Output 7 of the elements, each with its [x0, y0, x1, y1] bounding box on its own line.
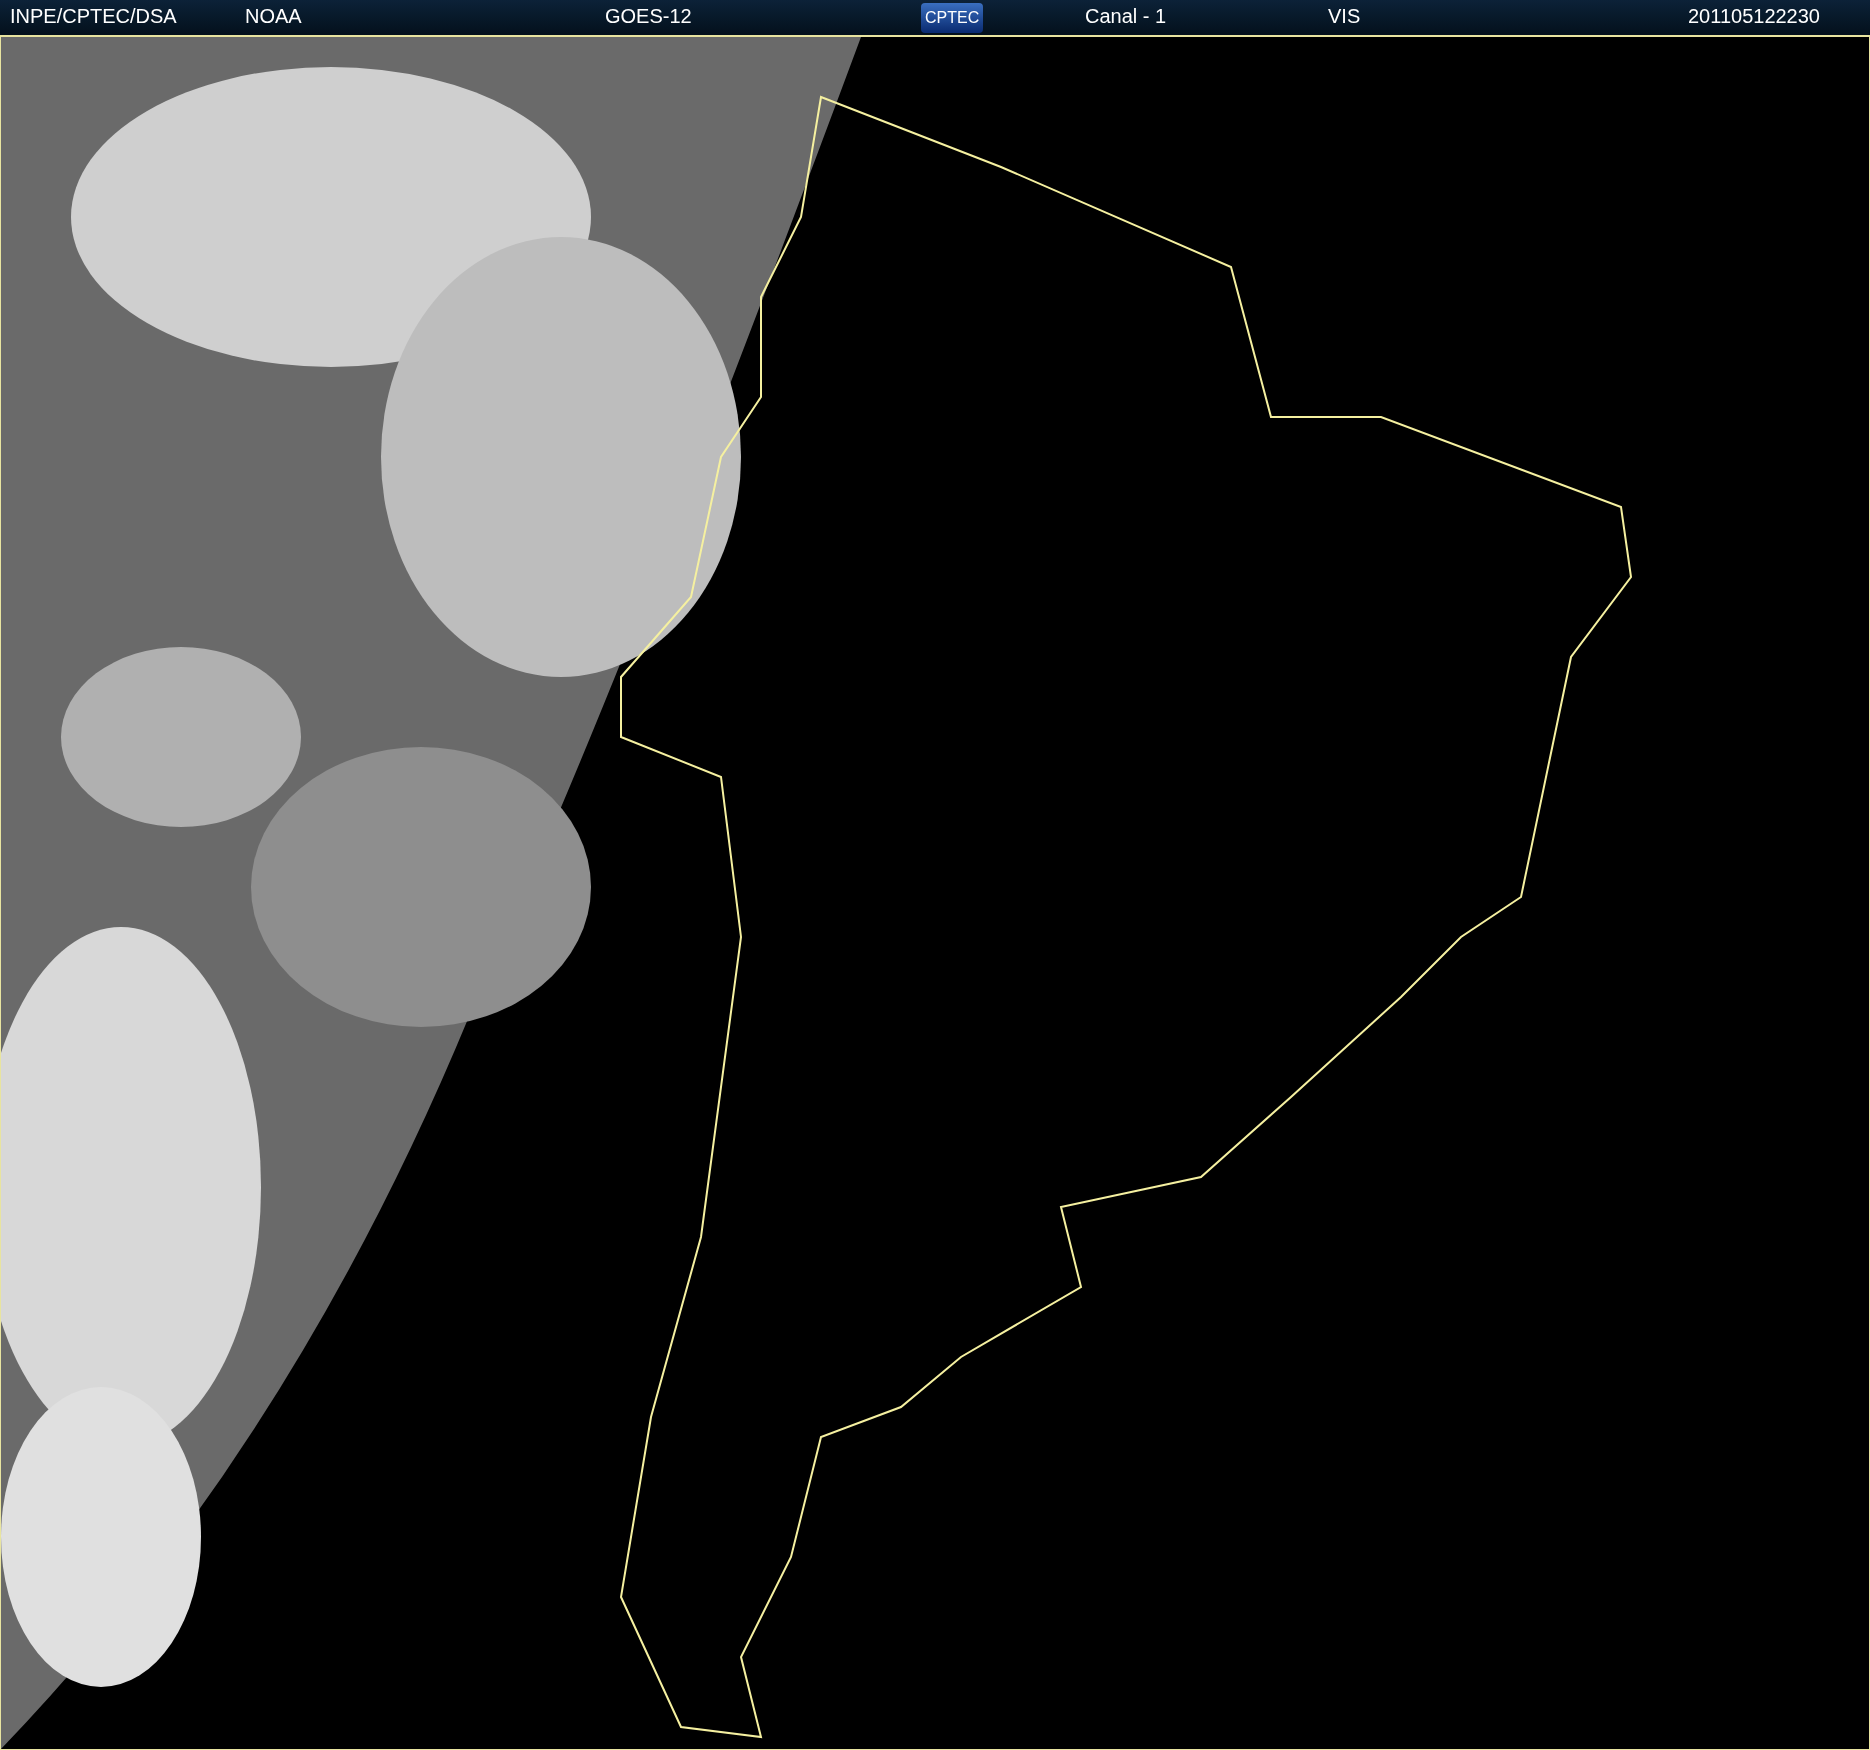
header-label: NOAA	[245, 4, 302, 27]
header-label: GOES-12	[605, 4, 692, 27]
logo-badge: CPTEC	[921, 2, 984, 33]
header-label: INPE/CPTEC/DSA	[10, 4, 177, 27]
header-label: VIS	[1328, 4, 1361, 27]
header-label: 201105122230	[1688, 4, 1820, 27]
header-label: Canal - 1	[1085, 4, 1167, 27]
